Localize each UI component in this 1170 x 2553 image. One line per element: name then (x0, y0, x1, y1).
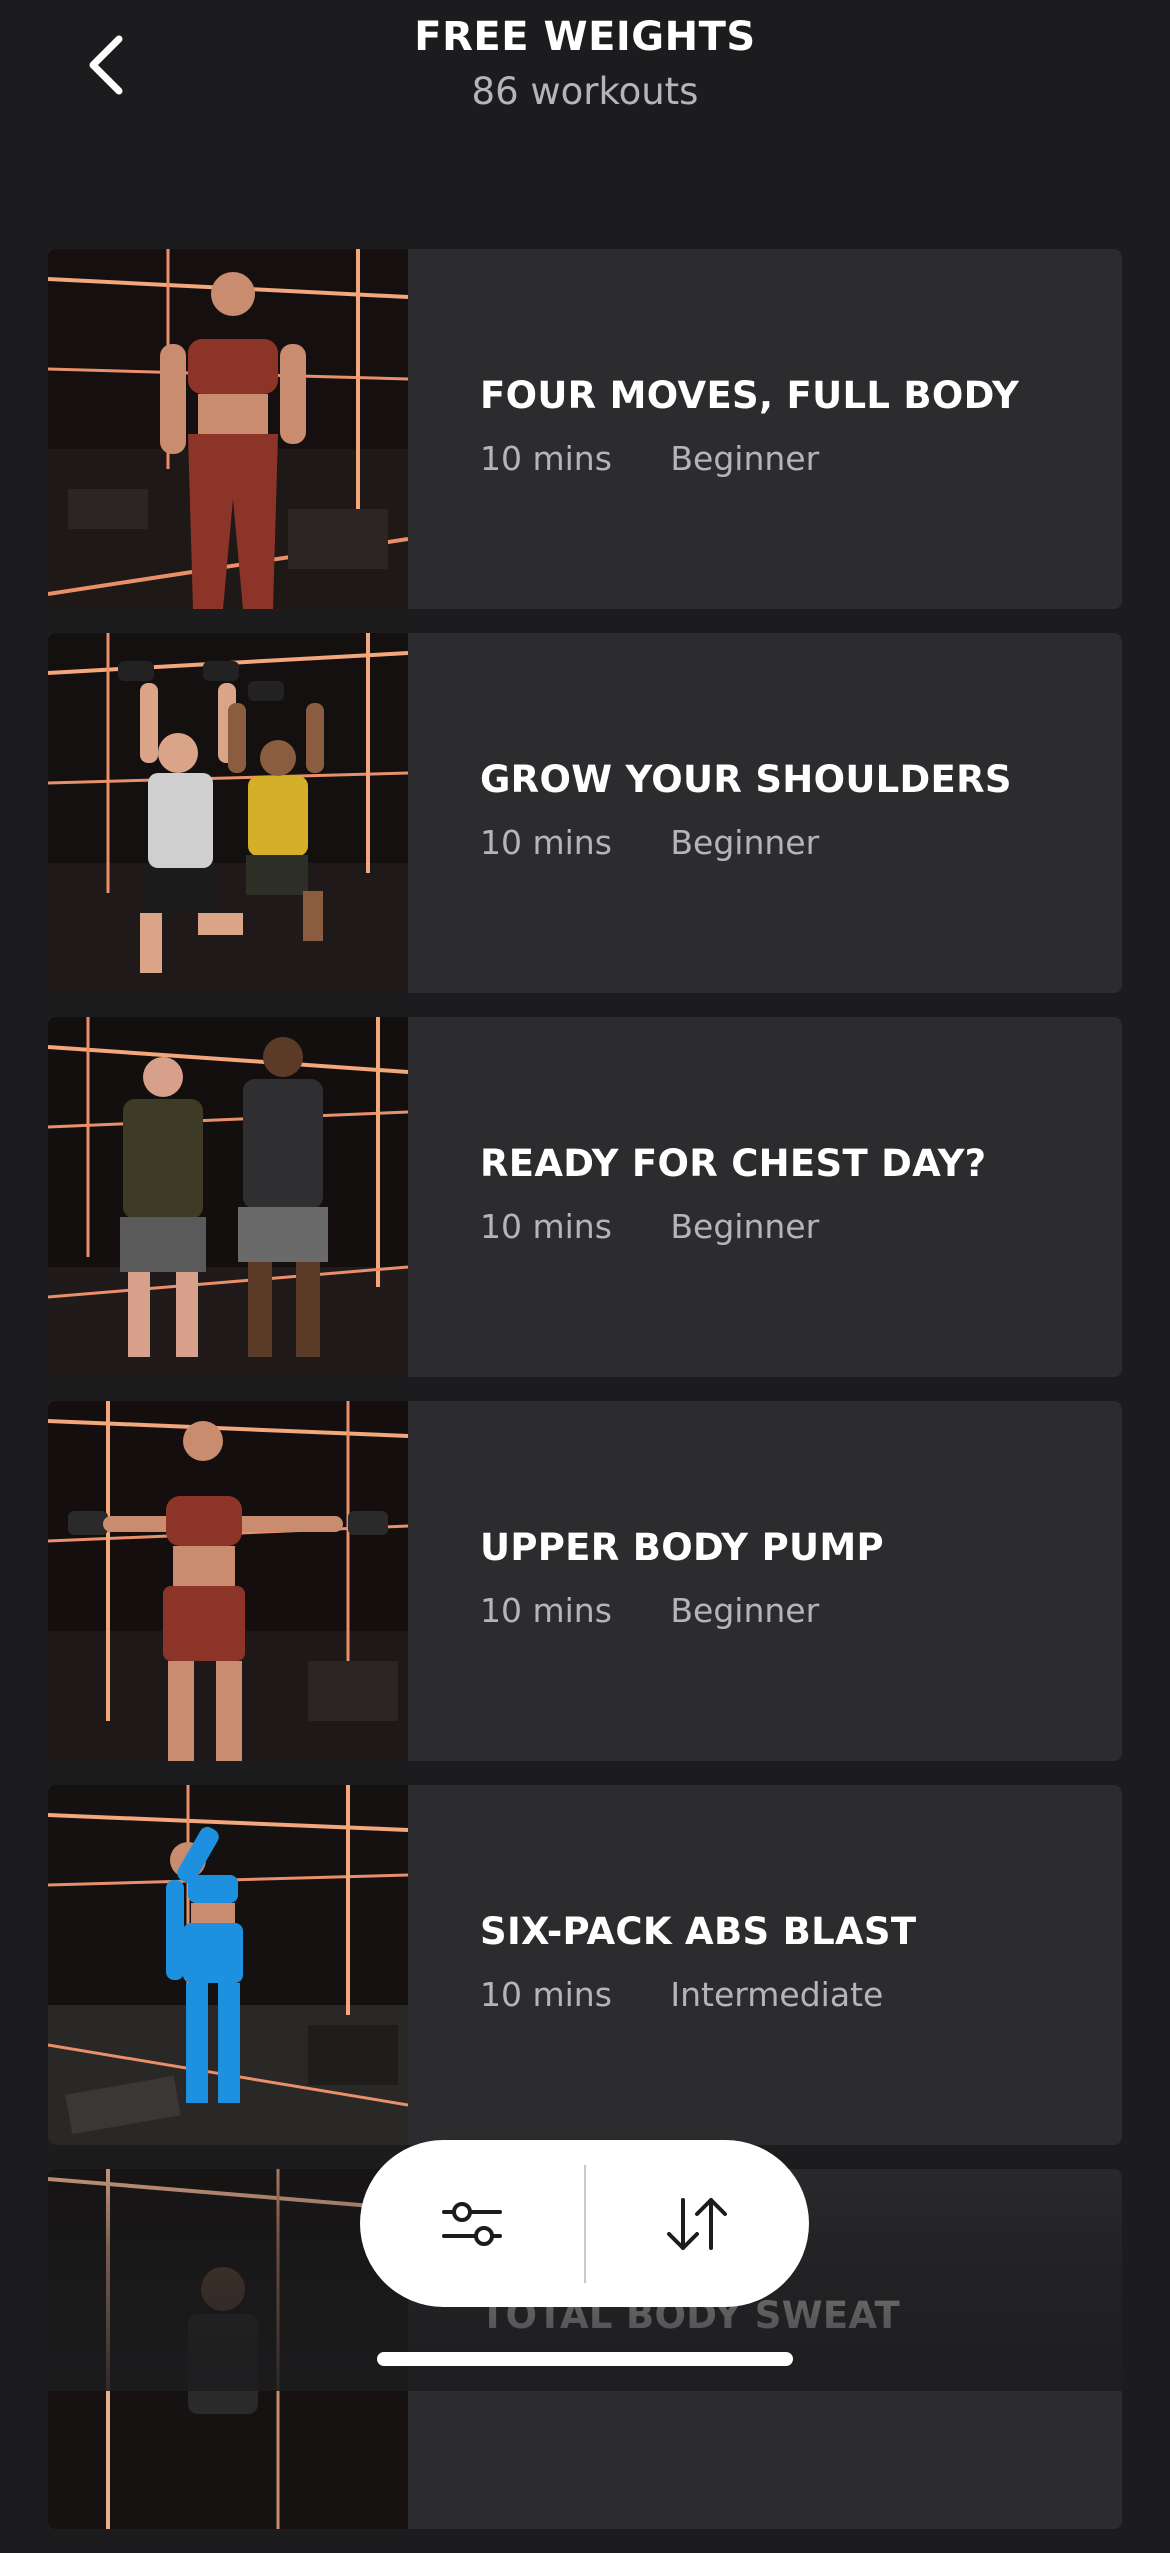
workout-thumbnail (48, 2169, 408, 2529)
workout-thumbnail (48, 1785, 408, 2145)
page-title: FREE WEIGHTS (414, 14, 756, 60)
sliders-filter-icon (441, 2201, 502, 2246)
workout-card[interactable]: READY FOR CHEST DAY? 10 mins Beginner (48, 1017, 1122, 1377)
filter-button[interactable] (360, 2140, 584, 2307)
workout-duration: 10 mins (480, 439, 612, 478)
workout-card[interactable]: FOUR MOVES, FULL BODY 10 mins Beginner (48, 249, 1122, 609)
sort-button[interactable] (586, 2140, 810, 2307)
workout-level: Beginner (670, 1591, 820, 1630)
workout-count: 86 workouts (471, 70, 699, 113)
workout-level: Intermediate (670, 1975, 884, 2014)
workout-level: Beginner (670, 823, 820, 862)
workout-level: Beginner (670, 439, 820, 478)
workout-title: SIX-PACK ABS BLAST (480, 1910, 917, 1953)
workout-duration: 10 mins (480, 1207, 612, 1246)
workout-card[interactable]: UPPER BODY PUMP 10 mins Beginner (48, 1401, 1122, 1761)
workout-card[interactable]: GROW YOUR SHOULDERS 10 mins Beginner (48, 633, 1122, 993)
workout-title: READY FOR CHEST DAY? (480, 1142, 987, 1185)
workout-duration: 10 mins (480, 823, 612, 862)
workout-duration: 10 mins (480, 1975, 612, 2014)
workout-level: Beginner (670, 1207, 820, 1246)
header: FREE WEIGHTS 86 workouts (0, 0, 1170, 200)
workout-thumbnail (48, 633, 408, 993)
workout-title: UPPER BODY PUMP (480, 1526, 884, 1569)
workout-thumbnail (48, 1017, 408, 1377)
home-indicator (377, 2352, 793, 2366)
workout-duration: 10 mins (480, 1591, 612, 1630)
workout-thumbnail (48, 1401, 408, 1761)
workout-card[interactable]: SIX-PACK ABS BLAST 10 mins Intermediate (48, 1785, 1122, 2145)
workout-title: FOUR MOVES, FULL BODY (480, 374, 1020, 417)
workout-title: GROW YOUR SHOULDERS (480, 758, 1012, 801)
sort-arrows-icon (667, 2197, 728, 2250)
filter-sort-bar (360, 2140, 809, 2307)
workout-thumbnail (48, 249, 408, 609)
